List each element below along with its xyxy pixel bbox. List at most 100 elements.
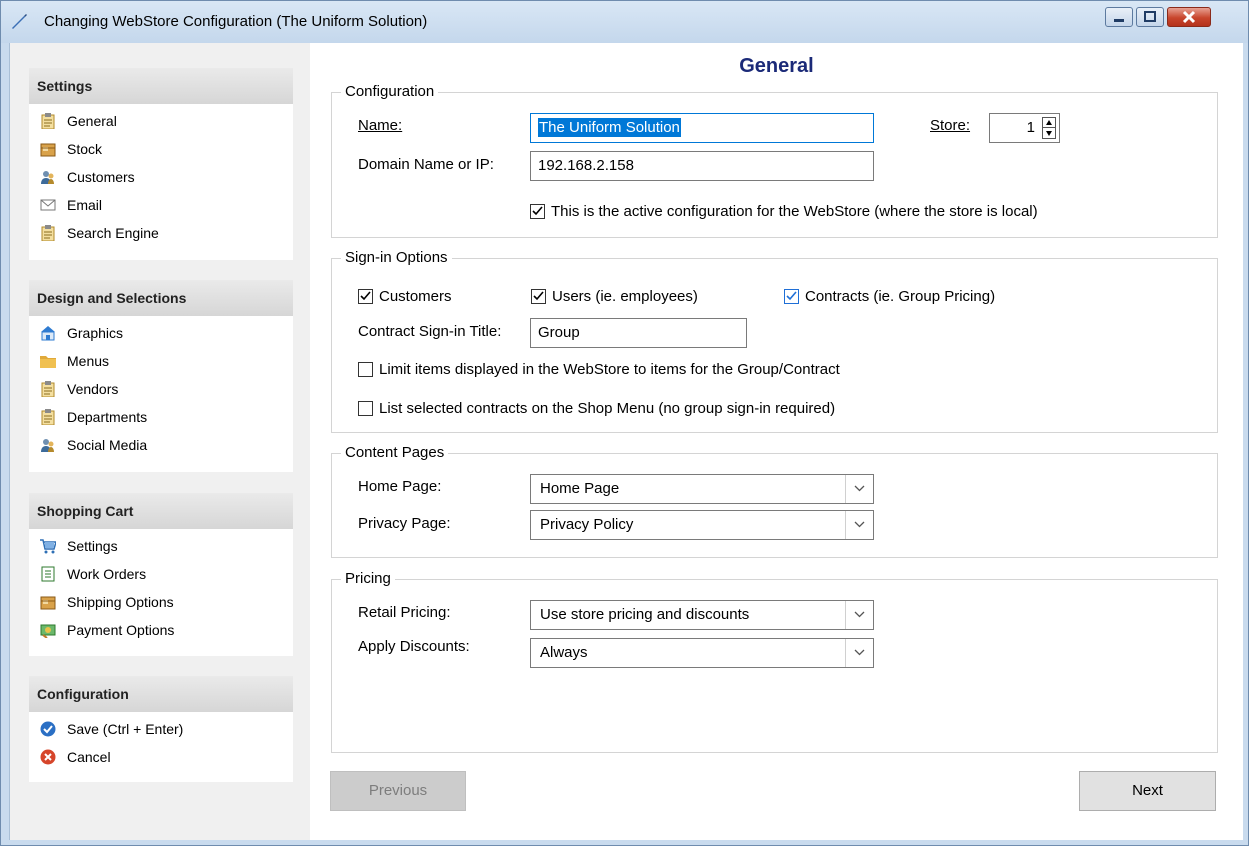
name-value: The Uniform Solution [538,118,681,137]
save-button[interactable]: Save (Ctrl + Enter) [29,715,293,743]
sidebar-item-stock[interactable]: Stock [29,135,293,163]
customers-label: Customers [379,288,452,305]
store-label: Store: [930,117,970,134]
chevron-down-icon [854,485,865,492]
next-button[interactable]: Next [1079,771,1216,811]
sidebar-item-work-orders[interactable]: Work Orders [29,560,293,588]
close-icon [1182,10,1196,24]
box-icon [40,596,56,610]
close-button[interactable] [1167,7,1211,27]
privacy-page-dropdown[interactable]: Privacy Policy [530,510,874,540]
configuration-legend: Configuration [341,83,439,101]
privacy-page-label: Privacy Page: [358,515,451,532]
users-icon [41,171,54,184]
dialog-client-area: Settings General Stock Customers Email S… [9,43,1243,840]
sidebar-item-label: Stock [67,141,103,157]
retail-pricing-dropdown[interactable]: Use store pricing and discounts [530,600,874,630]
customers-checkbox[interactable]: Customers [358,288,452,306]
clipboard-icon [41,409,55,425]
maximize-icon [1144,11,1156,22]
checkbox-checked-icon [784,289,799,304]
contracts-checkbox[interactable]: Contracts (ie. Group Pricing) [784,288,995,306]
cancel-label: Cancel [67,749,111,765]
sidebar-item-label: Email [67,197,103,213]
apply-discounts-dropdown[interactable]: Always [530,638,874,668]
checkbox-unchecked-icon [358,362,373,377]
name-field[interactable]: The Uniform Solution [530,113,874,143]
active-configuration-checkbox[interactable]: This is the active configuration for the… [530,203,1038,221]
checkbox-checked-icon [358,289,373,304]
chevron-down-icon [854,611,865,618]
sidebar-item-departments[interactable]: Departments [29,403,293,431]
save-label: Save (Ctrl + Enter) [67,721,184,737]
store-icon [41,326,55,341]
spinner-arrows-icon[interactable] [1042,117,1056,139]
sidebar-item-graphics[interactable]: Graphics [29,319,293,347]
pricing-group: Pricing Retail Pricing: Use store pricin… [331,570,1218,753]
minimize-button[interactable] [1105,7,1133,27]
contracts-label: Contracts (ie. Group Pricing) [805,288,996,305]
cancel-button[interactable]: Cancel [29,743,293,771]
home-page-label: Home Page: [358,478,442,495]
sidebar-item-label: Shipping Options [67,594,174,610]
envelope-icon [40,199,56,211]
sidebar-item-label: Search Engine [67,225,159,241]
title-bar[interactable]: Changing WebStore Configuration (The Uni… [1,1,1248,43]
name-label: Name: [358,117,403,134]
window-title: Changing WebStore Configuration (The Uni… [44,13,428,30]
store-label-text: Store: [930,117,971,134]
sidebar-item-search-engine[interactable]: Search Engine [29,219,293,247]
app-window: Changing WebStore Configuration (The Uni… [0,0,1249,846]
sidebar-item-label: Social Media [67,437,148,453]
sidebar-section-shopping-cart: Shopping Cart Settings Work Orders Shipp… [29,493,293,656]
sidebar-item-menus[interactable]: Menus [29,347,293,375]
store-value: 1 [1026,119,1035,136]
clipboard-icon [41,381,55,397]
users-checkbox[interactable]: Users (ie. employees) [531,288,698,306]
users-icon [41,439,54,452]
previous-button[interactable]: Previous [330,771,466,811]
signin-options-group: Sign-in Options Customers Users (ie. emp… [331,249,1218,433]
sidebar-item-customers[interactable]: Customers [29,163,293,191]
sidebar-item-shipping-options[interactable]: Shipping Options [29,588,293,616]
page-title: General [739,55,814,77]
retail-pricing-value: Use store pricing and discounts [540,606,750,623]
list-contracts-label: List selected contracts on the Shop Menu… [379,400,836,417]
active-configuration-label: This is the active configuration for the… [551,203,1038,220]
sidebar-section-title: Settings [29,68,293,104]
sidebar: Settings General Stock Customers Email S… [10,43,310,840]
list-contracts-checkbox[interactable]: List selected contracts on the Shop Menu… [358,400,835,418]
sidebar-section-title: Design and Selections [29,280,293,316]
sidebar-section-title: Configuration [29,676,293,712]
checkbox-unchecked-icon [358,401,373,416]
sidebar-section-title: Shopping Cart [29,493,293,529]
domain-field[interactable]: 192.168.2.158 [530,151,874,181]
contract-title-label: Contract Sign-in Title: [358,323,502,340]
pencil-icon [12,14,27,29]
sidebar-item-label: Departments [67,409,148,425]
sidebar-item-general[interactable]: General [29,107,293,135]
sidebar-item-vendors[interactable]: Vendors [29,375,293,403]
store-spinner[interactable]: 1 [989,113,1060,143]
content-pages-legend: Content Pages [341,444,449,462]
apply-discounts-value: Always [540,644,588,661]
check-circle-icon [40,721,56,737]
cancel-circle-icon [40,749,56,765]
sidebar-item-label: Work Orders [67,566,147,582]
sidebar-item-cart-settings[interactable]: Settings [29,532,293,560]
folder-icon [40,356,56,368]
sidebar-item-label: Vendors [67,381,119,397]
users-label: Users (ie. employees) [552,288,698,305]
checkbox-checked-icon [531,289,546,304]
home-page-dropdown[interactable]: Home Page [530,474,874,504]
sidebar-item-payment-options[interactable]: Payment Options [29,616,293,644]
limit-items-label: Limit items displayed in the WebStore to… [379,361,840,378]
sidebar-item-email[interactable]: Email [29,191,293,219]
contract-title-field[interactable]: Group [530,318,747,348]
sidebar-item-label: Menus [67,353,110,369]
sidebar-item-label: Graphics [67,325,124,341]
sidebar-item-social-media[interactable]: Social Media [29,431,293,459]
limit-items-checkbox[interactable]: Limit items displayed in the WebStore to… [358,361,840,379]
minimize-icon [1114,19,1124,22]
maximize-button[interactable] [1136,7,1164,27]
